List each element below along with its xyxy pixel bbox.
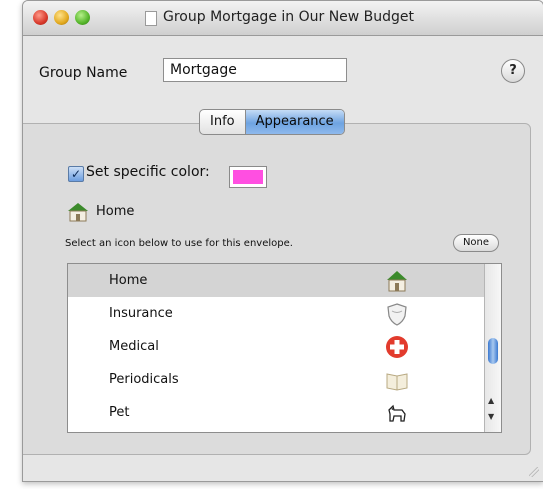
- minimize-window-button[interactable]: [54, 10, 69, 25]
- title-bar: Group Mortgage in Our New Budget: [23, 1, 543, 36]
- tab-info[interactable]: Info: [200, 110, 246, 134]
- set-color-checkbox[interactable]: ✓: [68, 166, 84, 182]
- color-swatch-fill: [233, 170, 263, 184]
- none-button[interactable]: None: [453, 234, 499, 252]
- book-icon: [386, 373, 408, 391]
- tab-appearance[interactable]: Appearance: [245, 110, 344, 134]
- scroll-up-arrow-icon[interactable]: ▲: [488, 396, 494, 405]
- color-swatch-button[interactable]: [229, 166, 267, 188]
- tab-bar: Info Appearance: [199, 109, 345, 135]
- group-name-field[interactable]: [163, 58, 347, 82]
- document-icon: [145, 11, 157, 26]
- home-icon: [68, 203, 88, 222]
- medical-cross-icon: [386, 336, 408, 358]
- set-color-label: Set specific color:: [86, 164, 210, 180]
- budget-group-window: Group Mortgage in Our New Budget Group N…: [22, 0, 543, 482]
- list-item-label: Pet: [109, 405, 130, 420]
- scrollbar-thumb[interactable]: [488, 338, 498, 364]
- list-item-label: Medical: [109, 339, 159, 354]
- list-item[interactable]: Periodicals: [68, 363, 484, 396]
- home-icon: [387, 271, 407, 292]
- list-item-label: Periodicals: [109, 372, 179, 387]
- shield-icon: [387, 303, 407, 326]
- icon-list[interactable]: Home Insurance Medical Periodicals Pet ▲…: [67, 263, 502, 433]
- list-item[interactable]: Home: [68, 264, 484, 297]
- list-scrollbar[interactable]: ▲ ▼: [484, 264, 501, 432]
- icon-hint-text: Select an icon below to use for this env…: [65, 238, 293, 249]
- selected-icon-label: Home: [96, 204, 135, 219]
- list-item[interactable]: Pet: [68, 396, 484, 429]
- scroll-down-arrow-icon[interactable]: ▼: [488, 412, 494, 421]
- window-title: Group Mortgage in Our New Budget: [163, 9, 415, 25]
- list-item-label: Insurance: [109, 306, 173, 321]
- resize-grip-icon[interactable]: [529, 467, 539, 477]
- group-name-label: Group Name: [39, 65, 128, 81]
- list-item[interactable]: Insurance: [68, 297, 484, 330]
- close-window-button[interactable]: [33, 10, 48, 25]
- dog-icon: [388, 404, 406, 422]
- list-item-label: Home: [109, 273, 148, 288]
- list-item[interactable]: Medical: [68, 330, 484, 363]
- help-button[interactable]: ?: [501, 59, 525, 83]
- zoom-window-button[interactable]: [75, 10, 90, 25]
